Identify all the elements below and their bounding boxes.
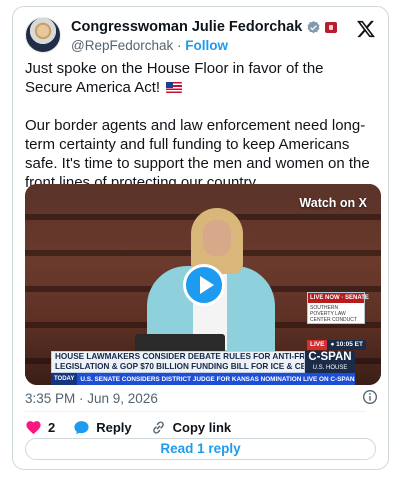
link-icon xyxy=(152,421,164,433)
author-name-row: Congresswoman Julie Fedorchak xyxy=(71,18,338,36)
play-icon[interactable] xyxy=(183,264,225,306)
chyron-line-2: LEGISLATION & GOP $70 BILLION FUNDING BI… xyxy=(55,362,304,371)
x-logo-icon[interactable] xyxy=(356,19,376,39)
affiliation-badge-icon xyxy=(325,21,338,33)
info-icon[interactable] xyxy=(362,389,378,405)
us-flag-emoji-icon xyxy=(166,82,183,93)
author-handle-row: @RepFedorchak · Follow xyxy=(71,38,228,53)
copy-link-button[interactable]: Copy link xyxy=(150,419,232,436)
live-label: LIVE xyxy=(307,340,328,350)
chyron-line-1: HOUSE LAWMAKERS CONSIDER DEBATE RULES FO… xyxy=(55,352,304,361)
read-replies-button[interactable]: Read 1 reply xyxy=(25,438,376,460)
live-box-title: LIVE NOW · SENATE xyxy=(308,293,369,303)
watch-on-x-link[interactable]: Watch on X xyxy=(299,196,367,210)
verified-badge-icon xyxy=(307,20,320,33)
live-time: ● 10:05 ET xyxy=(327,340,366,350)
tweet-header: Congresswoman Julie Fedorchak @RepFedorc… xyxy=(25,17,378,57)
reply-bubble-icon xyxy=(74,420,89,434)
tweet-card: Congresswoman Julie Fedorchak @RepFedorc… xyxy=(12,6,389,470)
reply-button[interactable]: Reply xyxy=(73,419,132,436)
tweet-paragraph-2: Our border agents and law enforcement ne… xyxy=(25,117,370,191)
speaker-face xyxy=(203,220,231,256)
tweet-paragraph-1: Just spoke on the House Floor in favor o… xyxy=(25,59,375,97)
ticker-text: U.S. SENATE CONSIDERS DISTRICT JUDGE FOR… xyxy=(80,375,355,383)
chyron: HOUSE LAWMAKERS CONSIDER DEBATE RULES FO… xyxy=(51,351,305,373)
video-player[interactable]: Watch on X LIVE NOW · SENATE SOUTHERN PO… xyxy=(25,184,381,385)
like-button[interactable]: 2 xyxy=(25,419,55,436)
network-sub-text: U.S. HOUSE xyxy=(312,365,348,371)
like-count: 2 xyxy=(48,419,56,435)
copy-link-label: Copy link xyxy=(172,419,232,435)
handle-separator: · xyxy=(177,38,182,53)
live-now-box: LIVE NOW · SENATE SOUTHERN POVERTY LAW C… xyxy=(307,292,369,324)
action-bar: 2 Reply Copy link xyxy=(25,417,249,437)
heart-icon xyxy=(26,420,41,434)
divider xyxy=(25,411,366,412)
ticker-label: TODAY xyxy=(51,373,78,385)
author-display-name[interactable]: Congresswoman Julie Fedorchak xyxy=(71,19,302,35)
live-box-subtitle: SOUTHERN POVERTY LAW CENTER CONDUCT xyxy=(310,305,357,323)
tweet-timestamp[interactable]: 3:35 PM · Jun 9, 2026 xyxy=(25,391,158,406)
author-handle[interactable]: @RepFedorchak xyxy=(71,38,173,53)
news-ticker: TODAY U.S. SENATE CONSIDERS DISTRICT JUD… xyxy=(51,373,355,385)
avatar[interactable] xyxy=(25,17,61,53)
follow-link[interactable]: Follow xyxy=(185,38,228,53)
cspan-logo: C-SPAN U.S. HOUSE xyxy=(305,351,355,373)
reply-label: Reply xyxy=(96,419,132,435)
network-logo-text: C-SPAN xyxy=(308,351,352,363)
live-tag: LIVE ● 10:05 ET xyxy=(307,340,366,350)
